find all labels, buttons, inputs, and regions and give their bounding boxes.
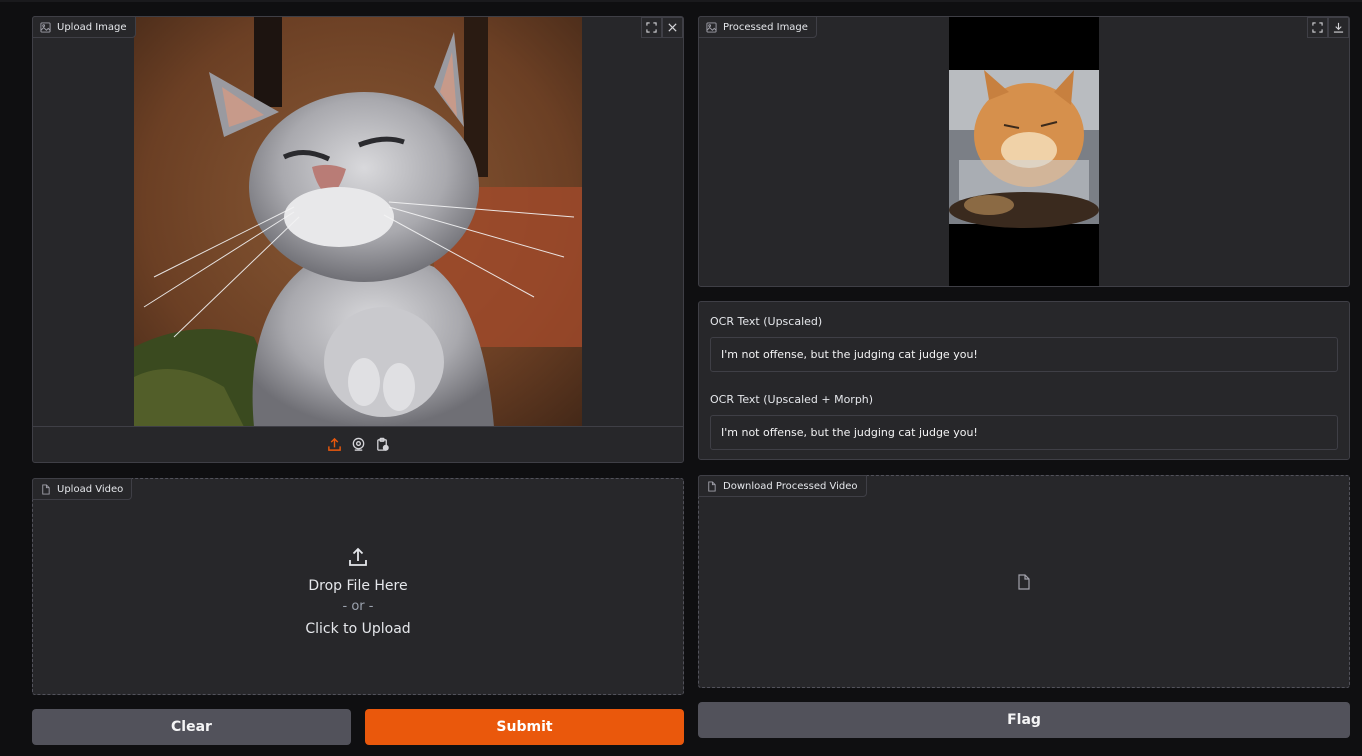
- download-video-panel[interactable]: Download Processed Video: [698, 475, 1350, 688]
- processed-image-label: Processed Image: [723, 21, 808, 33]
- file-icon: [42, 483, 50, 495]
- uploaded-cat-image: [134, 17, 582, 427]
- webcam-icon: [352, 437, 364, 451]
- upload-image-label-tag: Upload Image: [32, 16, 136, 38]
- upload-icon: [327, 437, 341, 451]
- fullscreen-icon: [646, 22, 657, 33]
- clipboard-icon: [376, 437, 389, 451]
- upload-video-label-tag: Upload Video: [32, 478, 133, 500]
- webcam-source-button[interactable]: [350, 437, 366, 453]
- clear-image-button[interactable]: [662, 17, 683, 38]
- ocr-upscaled-textbox[interactable]: I'm not offense, but the judging cat jud…: [710, 337, 1338, 372]
- ocr-morph-label: OCR Text (Upscaled + Morph): [710, 393, 874, 406]
- processed-image-panel: Processed Image: [698, 16, 1350, 287]
- upload-source-button[interactable]: [326, 437, 342, 453]
- upload-image-panel[interactable]: Upload Image: [32, 16, 684, 463]
- click-to-upload-text: Click to Upload: [305, 620, 411, 637]
- image-icon: [40, 21, 51, 33]
- ocr-upscaled-label: OCR Text (Upscaled): [710, 315, 823, 328]
- drop-file-text: Drop File Here: [308, 577, 408, 594]
- video-drop-zone[interactable]: Drop File Here - or - Click to Upload: [33, 479, 683, 694]
- upload-icon: [349, 547, 367, 566]
- submit-button[interactable]: Submit: [365, 709, 684, 745]
- upload-video-label: Upload Video: [57, 483, 124, 495]
- top-divider: [0, 0, 1362, 2]
- processed-cat-image: [949, 17, 1099, 286]
- image-icon: [706, 21, 717, 33]
- clear-button[interactable]: Clear: [32, 709, 351, 745]
- download-video-label: Download Processed Video: [723, 480, 858, 492]
- ocr-morph-textbox[interactable]: I'm not offense, but the judging cat jud…: [710, 415, 1338, 450]
- clipboard-source-button[interactable]: [374, 437, 390, 453]
- download-video-label-tag: Download Processed Video: [698, 475, 867, 497]
- upload-image-label: Upload Image: [57, 21, 127, 33]
- empty-file-icon: [1018, 574, 1030, 590]
- download-icon: [1333, 22, 1344, 33]
- download-button[interactable]: [1328, 17, 1349, 38]
- fullscreen-button[interactable]: [1307, 17, 1328, 38]
- fullscreen-button[interactable]: [641, 17, 662, 38]
- fullscreen-icon: [1312, 22, 1323, 33]
- processed-image-label-tag: Processed Image: [698, 16, 817, 38]
- flag-button[interactable]: Flag: [698, 702, 1350, 738]
- ocr-output-panel: OCR Text (Upscaled) I'm not offense, but…: [698, 301, 1350, 460]
- or-text: - or -: [342, 598, 374, 614]
- close-icon: [668, 23, 677, 32]
- image-source-bar: [33, 426, 683, 462]
- file-icon: [708, 480, 716, 492]
- upload-video-panel[interactable]: Upload Video Drop File Here - or - Click…: [32, 478, 684, 695]
